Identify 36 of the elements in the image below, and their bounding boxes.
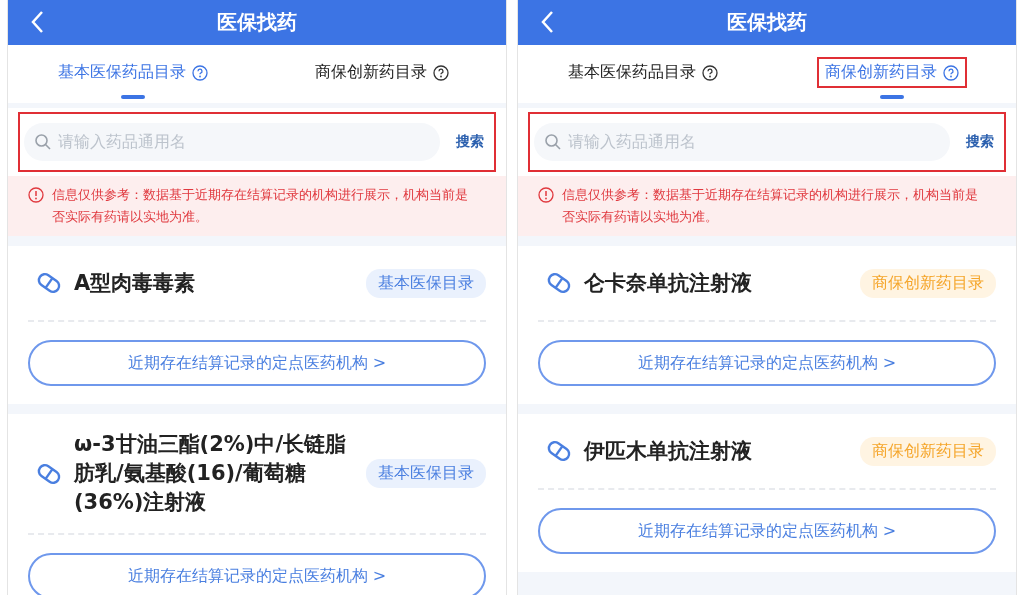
search-button[interactable]: 搜索 [440,133,484,151]
catalog-tag: 基本医保目录 [366,268,486,298]
catalog-tag: 商保创新药目录 [860,436,996,466]
back-icon[interactable] [30,10,44,34]
catalog-tag: 商保创新药目录 [860,268,996,298]
tab[interactable]: 商保创新药目录 [306,57,457,88]
page-title: 医保找药 [727,9,807,36]
drug-name: A型肉毒毒素 [74,269,197,297]
institutions-button[interactable]: 近期存在结算记录的定点医药机构 > [28,553,486,595]
notice-text: 信息仅供参考：数据基于近期存在结算记录的机构进行展示，机构当前是否实际有药请以实地为准。 [562,186,979,226]
drug-name: 仑卡奈单抗注射液 [584,269,753,297]
tab[interactable]: 商保创新药目录 [816,57,967,88]
institutions-button[interactable]: 近期存在结算记录的定点医药机构 > [538,340,996,386]
institutions-button[interactable]: 近期存在结算记录的定点医药机构 > [538,508,996,554]
page-title: 医保找药 [217,9,297,36]
tab[interactable]: 基本医保药品目录 [559,57,726,88]
search-button[interactable]: 搜索 [950,133,994,151]
drug-name: 伊匹木单抗注射液 [584,437,753,465]
catalog-tag: 基本医保目录 [366,459,486,488]
tab[interactable]: 基本医保药品目录 [49,57,216,88]
help-icon[interactable] [701,64,718,81]
pill-icon [546,440,572,462]
search-field[interactable]: 请输入药品通用名 [534,123,950,161]
notice-text: 信息仅供参考：数据基于近期存在结算记录的机构进行展示，机构当前是否实际有药请以实地为准。 [52,186,469,226]
search-icon [34,133,52,151]
pill-icon [36,272,62,294]
info-icon [538,187,554,203]
search-icon [544,133,562,151]
pill-icon [36,462,62,485]
institutions-button[interactable]: 近期存在结算记录的定点医药机构 > [28,340,486,386]
pill-icon [546,272,572,294]
info-icon [28,187,44,203]
search-field[interactable]: 请输入药品通用名 [24,123,440,161]
back-icon[interactable] [540,10,554,34]
drug-name: ω-3甘油三酯(2%)中/长链脂肪乳/氨基酸(16)/葡萄糖(36%)注射液 [74,431,348,516]
help-icon[interactable] [432,64,449,81]
